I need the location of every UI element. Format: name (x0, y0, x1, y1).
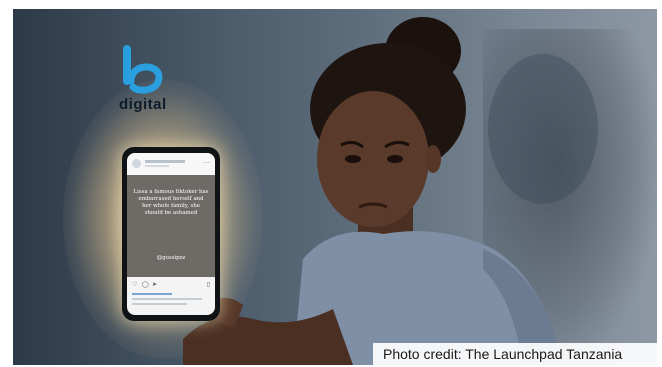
heart-icon: ♡ (132, 282, 138, 288)
smartphone: ⋯ Lissa a famous tiktoker has embarrased… (122, 147, 220, 321)
avatar (132, 159, 141, 168)
more-icon: ⋯ (203, 160, 210, 167)
subtitle-placeholder (145, 165, 169, 167)
phone-screen: ⋯ Lissa a famous tiktoker has embarrased… (127, 153, 215, 315)
post-text: Lissa a famous tiktoker has embarrased h… (133, 189, 209, 216)
caption-line (132, 293, 172, 295)
post-handle: @gossipzz (156, 255, 186, 261)
share-icon: ➤ (152, 282, 158, 288)
photo-frame: digital ⋯ Lissa a famous tiktoker has em… (13, 9, 657, 365)
post-image: Lissa a famous tiktoker has embarrased h… (127, 175, 215, 277)
post-actions: ♡ ◯ ➤ ▯ (132, 281, 210, 289)
worried-woman-illustration (183, 17, 598, 365)
bookmark-icon: ▯ (206, 282, 210, 288)
caption-line (132, 298, 202, 300)
comment-icon: ◯ (142, 282, 149, 288)
post-header: ⋯ (127, 153, 215, 175)
photo-credit: Photo credit: The Launchpad Tanzania (373, 343, 657, 365)
logo-text: digital (119, 96, 167, 113)
caption-line (132, 303, 187, 305)
username-placeholder (145, 160, 185, 163)
